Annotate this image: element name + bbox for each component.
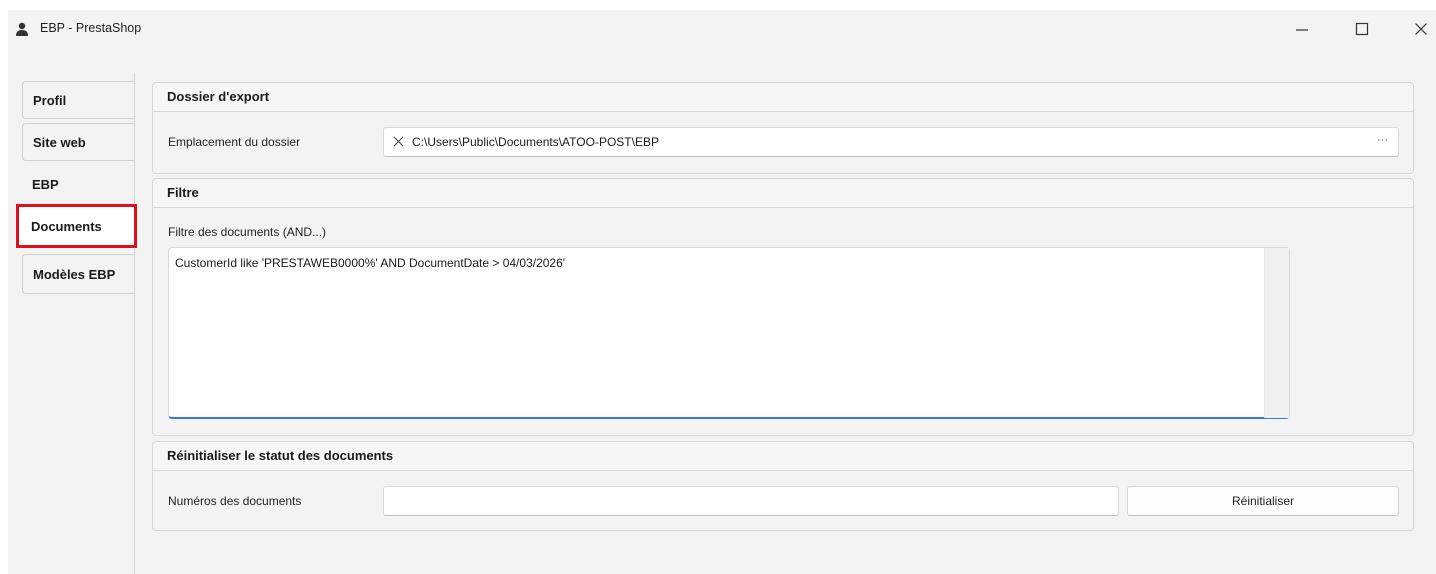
- filter-header: Filtre: [153, 179, 1413, 208]
- folder-location-field[interactable]: C:\Users\Public\Documents\ATOO-POST\EBP …: [383, 127, 1399, 157]
- user-icon: [15, 22, 29, 36]
- filter-label: Filtre des documents (AND...): [168, 225, 327, 239]
- window-title: EBP - PrestaShop: [40, 21, 142, 35]
- filter-group: Filtre Filtre des documents (AND...) Cus…: [152, 178, 1414, 436]
- filter-value: CustomerId like 'PRESTAWEB0000%' AND Doc…: [175, 256, 566, 270]
- maximize-icon: [1355, 22, 1369, 36]
- folder-location-value: C:\Users\Public\Documents\ATOO-POST\EBP: [412, 135, 659, 149]
- reset-group: Réinitialiser le statut des documents Nu…: [152, 441, 1414, 531]
- minimize-icon: [1296, 29, 1308, 31]
- textarea-scrollbar[interactable]: [1264, 248, 1289, 418]
- title-bar: EBP - PrestaShop: [8, 10, 1436, 48]
- tab-site-web[interactable]: Site web: [22, 123, 134, 161]
- export-folder-header: Dossier d'export: [153, 83, 1413, 112]
- maximize-button[interactable]: [1347, 18, 1377, 40]
- app-window: EBP - PrestaShop Profil Site web EBP Doc…: [8, 10, 1436, 574]
- reset-header: Réinitialiser le statut des documents: [153, 442, 1413, 471]
- browse-button[interactable]: ···: [1377, 134, 1388, 146]
- close-icon: [1415, 23, 1427, 35]
- tab-ebp[interactable]: EBP: [22, 165, 134, 203]
- clear-icon[interactable]: [393, 136, 404, 150]
- tab-profil[interactable]: Profil: [22, 81, 134, 119]
- minimize-button[interactable]: [1287, 18, 1317, 40]
- tabs-divider: [134, 73, 135, 574]
- tab-documents[interactable]: Documents: [16, 204, 137, 248]
- export-folder-group: Dossier d'export Emplacement du dossier …: [152, 82, 1414, 174]
- document-numbers-label: Numéros des documents: [168, 494, 302, 508]
- close-button[interactable]: [1406, 18, 1436, 40]
- filter-textarea[interactable]: CustomerId like 'PRESTAWEB0000%' AND Doc…: [168, 247, 1290, 419]
- reset-button[interactable]: Réinitialiser: [1127, 486, 1399, 516]
- tab-modeles-ebp[interactable]: Modèles EBP: [22, 254, 134, 294]
- document-numbers-field[interactable]: [383, 486, 1119, 516]
- folder-location-label: Emplacement du dossier: [168, 135, 301, 149]
